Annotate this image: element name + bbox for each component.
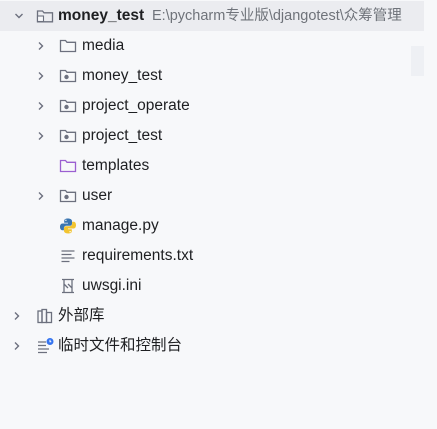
chevron-right-icon[interactable] <box>10 331 24 361</box>
tree-row-user[interactable]: user <box>0 181 424 211</box>
tree-row-manage-py[interactable]: manage.py <box>0 211 424 241</box>
templates-folder-icon <box>59 157 77 175</box>
package-folder-icon <box>59 97 77 115</box>
folder-icon <box>59 37 77 55</box>
text-file-icon <box>59 247 77 265</box>
chevron-right-icon[interactable] <box>34 91 48 121</box>
tree-row-project-test[interactable]: project_test <box>0 121 424 151</box>
tree-item-label: media <box>82 37 125 54</box>
chevron-right-icon[interactable] <box>34 181 48 211</box>
package-folder-icon <box>59 127 77 145</box>
tree-item-label: money_test <box>82 67 163 84</box>
ini-file-icon <box>59 277 77 295</box>
tree-row-templates[interactable]: templates <box>0 151 424 181</box>
tree-row-media[interactable]: media <box>0 31 424 61</box>
python-file-icon <box>59 217 77 235</box>
scratches-icon <box>36 337 54 355</box>
tree-item-label: 临时文件和控制台 <box>58 337 183 354</box>
tree-row-uwsgi-ini[interactable]: uwsgi.ini <box>0 271 424 301</box>
tree-row-external-libraries[interactable]: 外部库 <box>0 301 424 331</box>
tree-row-scratches-and-consoles[interactable]: 临时文件和控制台 <box>0 331 424 361</box>
module-folder-icon <box>36 7 54 25</box>
tree-item-label: requirements.txt <box>82 247 194 264</box>
root-project-name: money_test <box>58 7 145 24</box>
tree-item-label: manage.py <box>82 217 159 234</box>
tree-row-project-operate[interactable]: project_operate <box>0 91 424 121</box>
tree-item-label: templates <box>82 157 150 174</box>
chevron-right-icon[interactable] <box>34 121 48 151</box>
root-project-path: E:\pycharm专业版\djangotest\众筹管理 <box>152 8 402 24</box>
package-folder-icon <box>59 187 77 205</box>
tree-item-label: 外部库 <box>58 307 105 324</box>
chevron-down-icon[interactable] <box>12 1 26 31</box>
chevron-right-icon[interactable] <box>34 61 48 91</box>
tree-item-label: project_operate <box>82 97 190 114</box>
project-tree-panel: money_test E:\pycharm专业版\djangotest\众筹管理… <box>0 0 424 429</box>
library-icon <box>36 307 54 325</box>
tree-item-label: project_test <box>82 127 163 144</box>
tree-row-requirements-txt[interactable]: requirements.txt <box>0 241 424 271</box>
package-folder-icon <box>59 67 77 85</box>
tree-row-root[interactable]: money_test E:\pycharm专业版\djangotest\众筹管理 <box>0 1 424 31</box>
chevron-right-icon[interactable] <box>10 301 24 331</box>
tree-row-money-test[interactable]: money_test <box>0 61 424 91</box>
chevron-right-icon[interactable] <box>34 31 48 61</box>
tree-item-label: user <box>82 187 113 204</box>
tree-item-label: uwsgi.ini <box>82 277 142 294</box>
